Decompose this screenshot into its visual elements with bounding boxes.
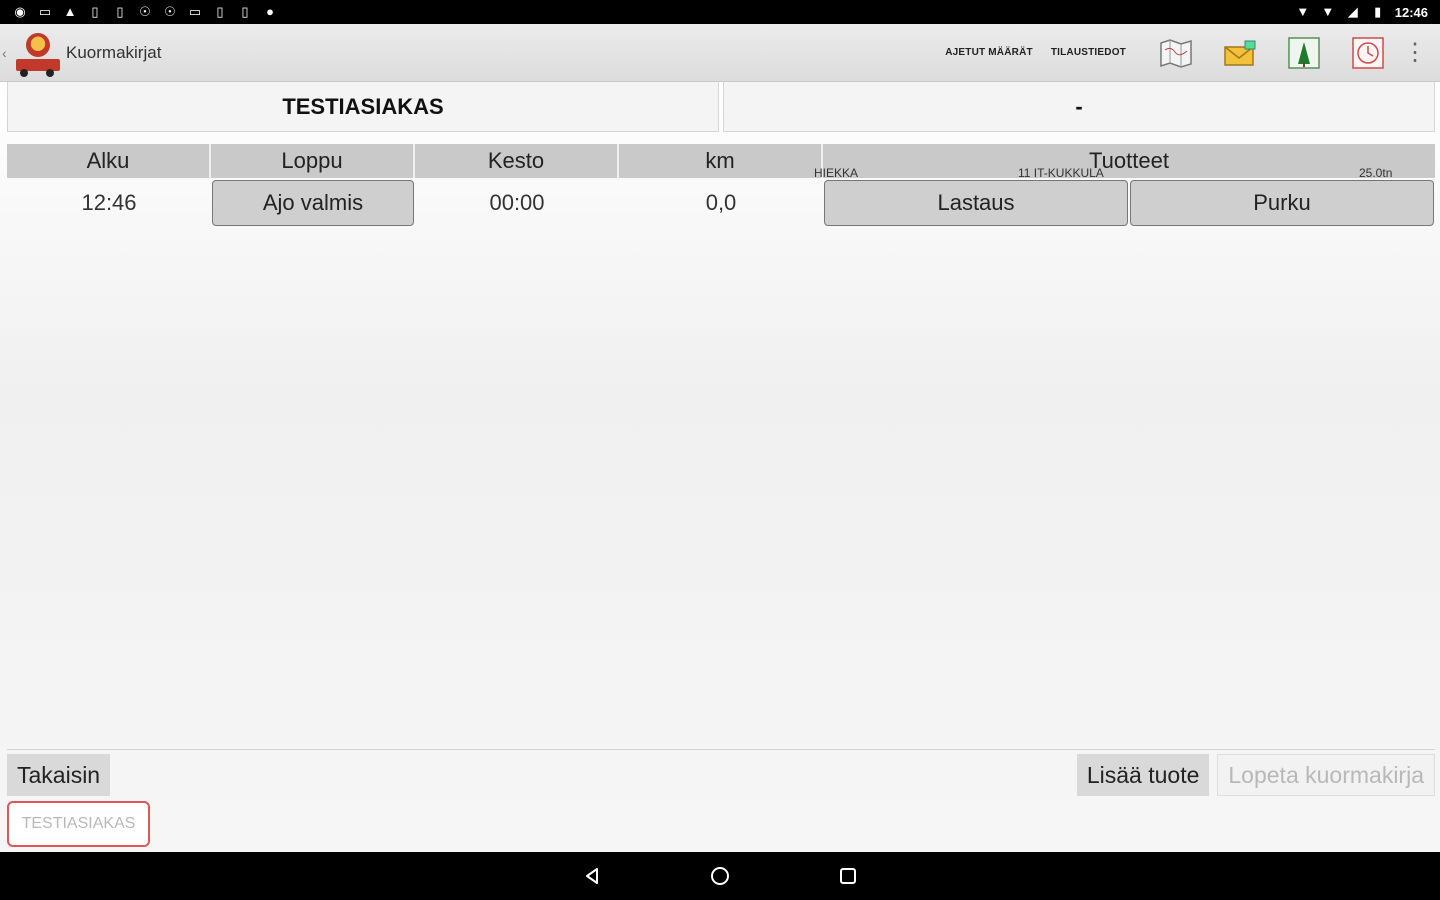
purku-button[interactable]: Purku bbox=[1130, 180, 1434, 226]
footer-bar: Takaisin Lisää tuote Lopeta kuormakirja bbox=[7, 752, 1435, 798]
footer-divider bbox=[7, 749, 1435, 750]
app-logo[interactable] bbox=[14, 29, 62, 77]
lastaus-button[interactable]: Lastaus bbox=[824, 180, 1128, 226]
km-value: 0,0 bbox=[705, 190, 737, 215]
notification-icon: ☉ bbox=[139, 4, 151, 19]
takaisin-button[interactable]: Takaisin bbox=[7, 754, 111, 796]
status-bar: ◉ ▭ ▲ ▯ ▯ ☉ ☉ ▭ ▯ ▯ ● ▼ ▼ ◢ ▮ 12:46 bbox=[0, 0, 1440, 24]
product-name: HIEKKA bbox=[814, 166, 859, 180]
tilaustiedot-button[interactable]: TILAUSTIEDOT bbox=[1051, 47, 1126, 58]
header-kesto: Kesto bbox=[415, 144, 619, 178]
mail-icon[interactable] bbox=[1220, 33, 1260, 73]
recents-icon[interactable] bbox=[832, 860, 864, 892]
kesto-value: 00:00 bbox=[489, 190, 545, 215]
ajetut-maarat-button[interactable]: AJETUT MÄÄRÄT bbox=[945, 47, 1033, 58]
table-row: 12:46 Ajo valmis 00:00 0,0 Lastaus Purku bbox=[7, 178, 1435, 228]
map-icon[interactable] bbox=[1156, 33, 1196, 73]
loppu-cell: Ajo valmis bbox=[211, 178, 415, 228]
customer-tag[interactable]: TESTIASIAKAS bbox=[7, 801, 150, 847]
customer-secondary: - bbox=[723, 82, 1435, 132]
notification-icon: ▭ bbox=[38, 4, 52, 19]
tuotteet-cell: Lastaus Purku bbox=[823, 178, 1435, 228]
notification-icon: ● bbox=[266, 4, 274, 19]
alku-value: 12:46 bbox=[81, 190, 137, 215]
logo-wheel-shape bbox=[20, 68, 28, 77]
lisaa-tuote-button[interactable]: Lisää tuote bbox=[1076, 754, 1210, 796]
status-time: 12:46 bbox=[1394, 4, 1428, 20]
notification-icon: ▭ bbox=[188, 4, 202, 19]
location-icon: ▼ bbox=[1296, 4, 1310, 19]
customer-name: TESTIASIAKAS bbox=[7, 82, 719, 132]
ajo-valmis-button[interactable]: Ajo valmis bbox=[212, 180, 414, 226]
customer-row: TESTIASIAKAS - bbox=[7, 82, 1435, 132]
wifi-icon: ▼ bbox=[1321, 4, 1335, 19]
notification-icon: ☉ bbox=[164, 4, 176, 19]
status-right-icons: ▼ ▼ ◢ ▮ 12:46 bbox=[1295, 5, 1428, 20]
battery-icon: ▮ bbox=[1374, 4, 1382, 19]
product-info: HIEKKA 11 IT-KUKKULA 25.0tn bbox=[814, 166, 1404, 182]
product-location: 11 IT-KUKKULA bbox=[1018, 166, 1104, 180]
header-loppu: Loppu bbox=[211, 144, 415, 178]
up-caret-icon[interactable]: ‹ bbox=[2, 45, 12, 61]
navigation-bar bbox=[0, 852, 1440, 900]
main-content: TESTIASIAKAS - Alku Loppu Kesto km Tuott… bbox=[0, 82, 1440, 852]
home-icon[interactable] bbox=[704, 860, 736, 892]
trip-table: Alku Loppu Kesto km Tuotteet 12:46 Ajo v… bbox=[7, 144, 1435, 228]
header-alku: Alku bbox=[7, 144, 211, 178]
logo-wheel-shape bbox=[46, 68, 54, 77]
overflow-menu-icon[interactable]: ⋮ bbox=[1400, 38, 1430, 67]
notification-icon: ▲ bbox=[63, 4, 77, 19]
status-left-icons: ◉ ▭ ▲ ▯ ▯ ☉ ☉ ▭ ▯ ▯ ● bbox=[12, 5, 278, 19]
header-km: km bbox=[619, 144, 823, 178]
tree-chart-icon[interactable] bbox=[1284, 33, 1324, 73]
notification-icon: ▯ bbox=[116, 4, 124, 19]
notification-icon: ▯ bbox=[241, 4, 249, 19]
notification-icon: ◉ bbox=[14, 4, 26, 19]
logo-head-shape bbox=[26, 32, 50, 57]
notification-icon: ▯ bbox=[91, 4, 99, 19]
clock-icon[interactable] bbox=[1348, 33, 1388, 73]
signal-icon: ◢ bbox=[1347, 4, 1358, 19]
app-title: Kuormakirjat bbox=[66, 42, 162, 62]
notification-icon: ▯ bbox=[216, 4, 224, 19]
product-amount: 25.0tn bbox=[1359, 166, 1393, 180]
action-bar: ‹ Kuormakirjat AJETUT MÄÄRÄT TILAUSTIEDO… bbox=[0, 24, 1440, 82]
back-icon[interactable] bbox=[576, 860, 608, 892]
lopeta-kuormakirja-button[interactable]: Lopeta kuormakirja bbox=[1217, 754, 1435, 796]
